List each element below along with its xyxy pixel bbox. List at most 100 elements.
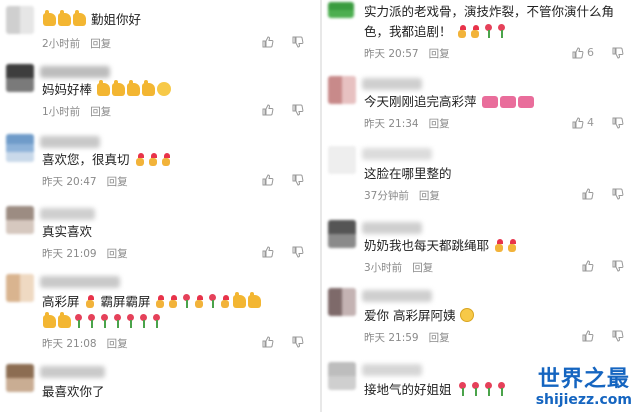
thumbs-up-icon [262,246,274,258]
site-watermark: 世界之最 shijiezz.com [535,368,632,409]
avatar[interactable] [328,288,356,316]
like-button[interactable] [262,336,274,348]
avatar[interactable] [328,362,356,390]
avatar[interactable] [328,220,356,248]
reply-button[interactable]: 回复 [90,106,111,118]
comment-text: 爱你 高彩屏阿姨 [364,306,475,326]
emoji-line [42,312,262,332]
comment-text-content: 妈妈好棒 [42,82,93,97]
comment-text-content: 喜欢您，很真切 [42,152,130,167]
like-button[interactable] [262,36,274,48]
like-button[interactable]: 4 [572,116,594,129]
reply-button[interactable]: 回复 [419,190,440,202]
comment-text-content: 真实喜欢 [42,224,93,239]
comment-text: 今天刚刚追完高彩萍 [364,92,535,112]
username-blurred [40,366,105,378]
laughing-emoji-icon [157,82,171,96]
finger-heart-emoji-icon [220,295,231,308]
comment-text-content: 实力派的老戏骨，演技炸裂，不管你演什么角 [364,4,615,19]
comment-time: 37分钟前 [364,190,409,202]
comment-text: 实力派的老戏骨，演技炸裂，不管你演什么角 色，我都追剧！ [364,2,614,42]
comment-text-content: 爱你 高彩屏阿姨 [364,308,456,323]
thumbs-up-icon [582,260,594,272]
finger-heart-emoji-icon [135,153,146,166]
comment-time: 昨天 21:59 [364,332,419,344]
thumbs-up-icon [582,188,594,200]
avatar[interactable] [6,274,34,302]
comment-meta: 2小时前 回复 [42,36,111,51]
dislike-button[interactable] [292,36,304,48]
dislike-button[interactable] [292,246,304,258]
like-button[interactable] [262,104,274,116]
rose-emoji-icon [86,314,97,328]
comment-time: 昨天 21:34 [364,118,419,130]
thumbs-up-emoji-icon [233,292,247,308]
reply-button[interactable]: 回复 [107,248,128,260]
dislike-button[interactable] [292,104,304,116]
thumbs-up-icon [262,104,274,116]
avatar[interactable] [6,364,34,392]
dislike-button[interactable] [612,117,624,129]
comment-time: 2小时前 [42,38,81,50]
dislike-button[interactable] [292,336,304,348]
like-button[interactable] [582,330,594,342]
like-count: 6 [587,46,594,59]
like-button[interactable] [262,246,274,258]
username-blurred [362,364,422,376]
comment-text: 最喜欢你了 [42,382,105,402]
dislike-button[interactable] [612,260,624,272]
thumbs-up-icon [262,336,274,348]
thumbs-up-icon [572,116,584,128]
reply-button[interactable]: 回复 [107,338,128,350]
avatar[interactable] [6,64,34,92]
right-comment-column: 实力派的老戏骨，演技炸裂，不管你演什么角 色，我都追剧！ 昨天 20:57 回复 … [322,0,640,412]
like-button[interactable] [262,174,274,186]
avatar[interactable] [328,146,356,174]
username-blurred [362,78,422,90]
comment-text-content: 最喜欢你了 [42,384,105,399]
avatar[interactable] [6,6,34,34]
avatar[interactable] [328,2,354,18]
comment-text-content: 接地气的好姐姐 [364,382,452,397]
finger-heart-emoji-icon [457,25,468,38]
comment-actions [582,260,624,272]
reply-button[interactable]: 回复 [429,118,450,130]
comment-text-content: 高彩屏 [42,294,80,309]
rose-emoji-icon [125,314,136,328]
finger-heart-emoji-icon [148,153,159,166]
finger-heart-emoji-icon [85,295,96,308]
reply-button[interactable]: 回复 [412,262,433,274]
thumbs-down-icon [292,246,304,258]
dislike-button[interactable] [612,330,624,342]
comment-meta: 昨天 21:09 回复 [42,246,128,261]
comment-actions [582,330,624,342]
like-button[interactable] [582,188,594,200]
thumbs-down-icon [612,47,624,59]
dislike-button[interactable] [292,174,304,186]
dislike-button[interactable] [612,188,624,200]
comment-text-content: 这脸在哪里整的 [364,166,452,181]
comment-time: 昨天 21:08 [42,338,97,350]
dislike-button[interactable] [612,47,624,59]
username-blurred [362,148,432,160]
thumbs-down-icon [292,336,304,348]
like-button[interactable]: 6 [572,46,594,59]
finger-heart-emoji-icon [507,239,518,252]
avatar[interactable] [6,134,34,162]
avatar[interactable] [6,206,34,234]
six-six-six-emoji-icon [481,96,498,108]
username-blurred [40,136,100,148]
reply-button[interactable]: 回复 [107,176,128,188]
thumbs-up-emoji-icon [248,292,262,308]
reply-button[interactable]: 回复 [90,38,111,50]
watermark-url: shijiezz.com [535,392,632,408]
reply-button[interactable]: 回复 [429,332,450,344]
avatar[interactable] [328,76,356,104]
thumbs-down-icon [292,36,304,48]
rose-emoji-icon [496,382,507,396]
like-button[interactable] [582,260,594,272]
reply-button[interactable]: 回复 [429,48,450,60]
finger-heart-emoji-icon [168,295,179,308]
thumbs-down-icon [292,174,304,186]
comment-text-content-2: 霸屏霸屏 [100,294,151,309]
